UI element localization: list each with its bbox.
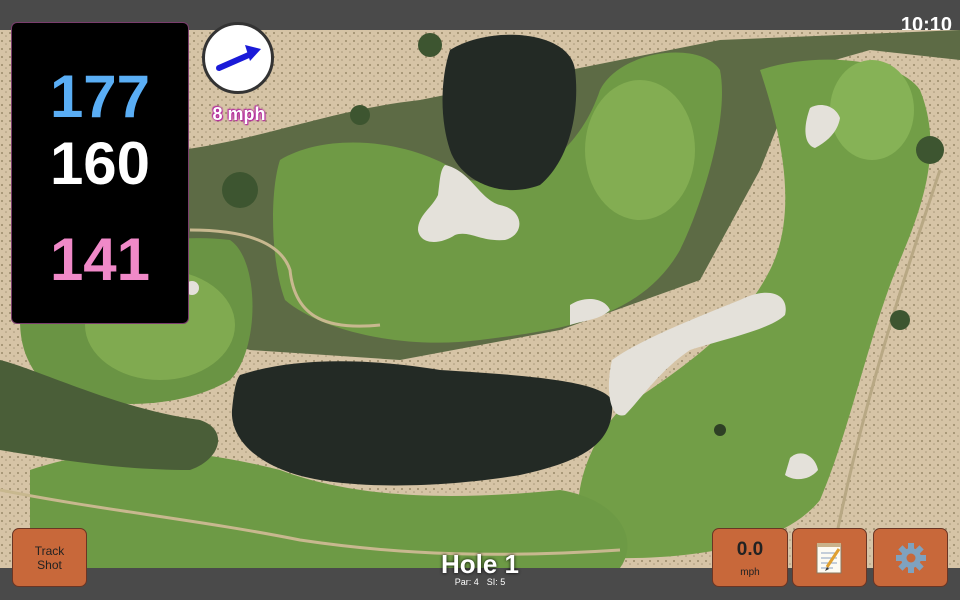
- hole-stroke-index: SI: 5: [486, 577, 506, 587]
- track-shot-label-line1: Track: [34, 543, 65, 558]
- settings-button[interactable]: [873, 528, 948, 587]
- track-shot-button[interactable]: Track Shot: [12, 528, 87, 587]
- wind-indicator[interactable]: [202, 22, 274, 94]
- hole-par: Par: 4: [454, 577, 479, 587]
- notepad-icon: [816, 543, 842, 574]
- hole-info: Par: 4 SI: 5: [380, 577, 580, 587]
- track-shot-label-line2: Shot: [37, 557, 62, 572]
- back-yardage: 177: [49, 63, 151, 130]
- speed-unit: mph: [740, 567, 760, 578]
- speed-value: 0.0: [736, 539, 764, 560]
- hole-title: Hole 1: [440, 549, 520, 579]
- gear-icon: [896, 543, 926, 573]
- front-yardage: 141: [49, 226, 151, 293]
- arrow-right-icon: [216, 45, 261, 71]
- notes-button[interactable]: [792, 528, 867, 587]
- center-yardage: 160: [49, 130, 151, 197]
- speed-button[interactable]: 0.0 mph: [712, 528, 788, 587]
- yardage-panel: 177 160 141: [11, 22, 189, 324]
- wind-speed-label: 8 mph: [212, 104, 266, 124]
